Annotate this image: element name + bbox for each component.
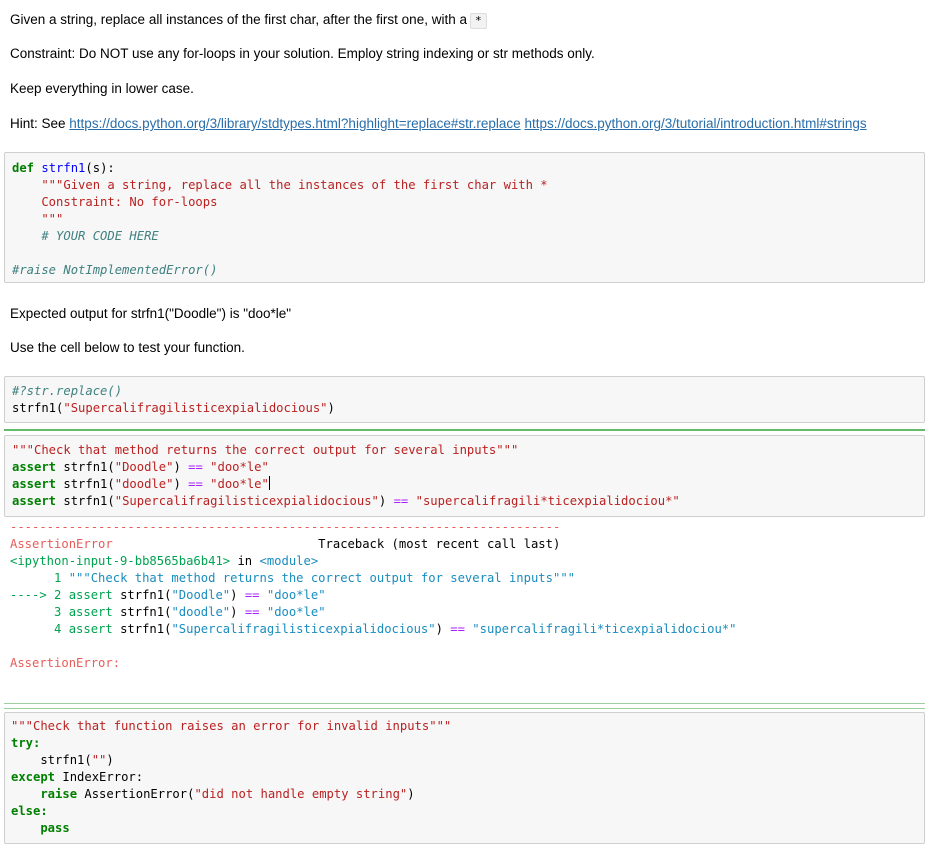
str-replace-link[interactable]: https://docs.python.org/3/library/stdtyp… <box>69 116 520 131</box>
traceback-final-error: AssertionError: <box>10 656 121 670</box>
instruction-text: Given a string, replace all instances of… <box>10 12 467 27</box>
code-cell-error-check[interactable]: """Check that function raises an error f… <box>4 712 925 844</box>
empty-call-end: ) <box>106 753 114 767</box>
function-name: strfn1 <box>41 161 86 175</box>
traceback-in: in <box>230 554 260 568</box>
raise-message: "did not handle empty string" <box>194 787 408 801</box>
constraint-paragraph: Constraint: Do NOT use any for-loops in … <box>10 46 595 61</box>
raise-comment: #raise NotImplementedError() <box>12 263 218 277</box>
code-cell-function[interactable]: def strfn1(s): """Given a string, replac… <box>4 152 925 283</box>
selected-cell-border-top <box>4 429 925 431</box>
empty-call: strfn1( <box>11 753 92 767</box>
eq-operator: == <box>188 460 203 474</box>
tb-assert: assert <box>68 605 113 619</box>
function-code: def strfn1(s): """Given a string, replac… <box>12 160 548 279</box>
traceback-line-1: """Check that method returns the correct… <box>68 571 575 585</box>
your-code-comment: # YOUR CODE HERE <box>12 229 159 243</box>
text-cursor <box>268 476 270 490</box>
strings-tutorial-link[interactable]: https://docs.python.org/3/tutorial/intro… <box>524 116 866 131</box>
traceback-header: Traceback (most recent call last) <box>112 537 561 551</box>
empty-string-arg: "" <box>91 753 107 767</box>
tb-eq: == <box>450 622 465 636</box>
assert-expected-3: "supercalifragili*ticexpialidociou*" <box>408 494 680 508</box>
else-keyword: else: <box>11 804 48 818</box>
tb-exp-3: "supercalifragili*ticexpialidociou*" <box>464 622 737 636</box>
docstring-line-2: Constraint: No for-loops <box>12 195 218 209</box>
tb-arg-2: "doodle" <box>171 605 231 619</box>
tb-assert: assert <box>68 588 113 602</box>
tb-arg-1: "Doodle" <box>171 588 231 602</box>
assert-keyword: assert <box>12 460 57 474</box>
function-signature: (s): <box>85 161 115 175</box>
error-check-docstring: """Check that function raises an error f… <box>11 719 452 733</box>
tb-exp-1: "doo*le" <box>259 588 326 602</box>
expected-output-paragraph: Expected output for strfn1("Doodle") is … <box>10 306 292 321</box>
raise-end: ) <box>407 787 415 801</box>
index-error-name: IndexError: <box>55 770 144 784</box>
assertion-error-class: AssertionError( <box>77 787 195 801</box>
error-check-code: """Check that function raises an error f… <box>11 718 451 837</box>
assert-arg-2: "doodle" <box>114 477 174 491</box>
call-arg: "Supercalifragilisticexpialidocious" <box>63 401 328 415</box>
instruction-paragraph: Given a string, replace all instances of… <box>10 11 487 29</box>
traceback-dashes: ----------------------------------------… <box>10 520 561 534</box>
assert-mid: ) <box>378 494 394 508</box>
traceback-line-no-1: 1 <box>10 571 69 585</box>
assert-docstring: """Check that method returns the correct… <box>12 443 519 457</box>
cell-border-bottom <box>4 703 925 704</box>
tb-arg-3: "Supercalifragilisticexpialidocious" <box>171 622 436 636</box>
assert-expected-2: "doo*le" <box>202 477 269 491</box>
tb-call: strfn1( <box>112 605 172 619</box>
test-code: #?str.replace() strfn1("Supercalifragili… <box>12 383 335 417</box>
except-keyword: except <box>11 770 56 784</box>
tb-assert: assert <box>68 622 113 636</box>
tb-exp-2: "doo*le" <box>259 605 326 619</box>
code-cell-asserts[interactable]: """Check that method returns the correct… <box>4 435 925 517</box>
raise-keyword: raise <box>11 787 78 801</box>
tb-call: strfn1( <box>112 622 172 636</box>
test-instruction-paragraph: Use the cell below to test your function… <box>10 340 245 355</box>
pass-keyword: pass <box>11 821 70 835</box>
tb-call: strfn1( <box>112 588 172 602</box>
code-cell-test[interactable]: #?str.replace() strfn1("Supercalifragili… <box>4 376 925 423</box>
assert-mid: ) <box>173 460 189 474</box>
def-keyword: def <box>12 161 35 175</box>
assert-code: """Check that method returns the correct… <box>12 442 680 510</box>
tb-mid: ) <box>230 588 245 602</box>
traceback-module: <module> <box>259 554 319 568</box>
traceback-arrow-line-2: ----> 2 <box>10 588 69 602</box>
docstring-line-3: """ <box>12 212 64 226</box>
assert-call: strfn1( <box>56 494 115 508</box>
lowercase-paragraph: Keep everything in lower case. <box>10 81 194 96</box>
call-end: ) <box>327 401 335 415</box>
tb-eq: == <box>244 605 260 619</box>
assert-call: strfn1( <box>56 477 115 491</box>
traceback-input-ref: <ipython-input-9-bb8565ba6b41> <box>10 554 231 568</box>
assert-arg-1: "Doodle" <box>114 460 174 474</box>
tb-mid: ) <box>435 622 451 636</box>
assert-keyword: assert <box>12 477 57 491</box>
hint-label: Hint: See <box>10 116 66 131</box>
tb-eq: == <box>244 588 260 602</box>
tb-mid: ) <box>230 605 245 619</box>
traceback-line-no-4: 4 <box>10 622 69 636</box>
docstring-line-1: """Given a string, replace all the insta… <box>12 178 548 192</box>
inline-code-star: * <box>469 13 487 29</box>
try-keyword: try: <box>11 736 41 750</box>
str-replace-comment: #?str.replace() <box>12 384 123 398</box>
assert-keyword: assert <box>12 494 57 508</box>
call-name: strfn1( <box>12 401 64 415</box>
assert-mid: ) <box>173 477 189 491</box>
hint-paragraph: Hint: See https://docs.python.org/3/libr… <box>10 115 867 133</box>
assert-call: strfn1( <box>56 460 115 474</box>
eq-operator: == <box>188 477 203 491</box>
assert-expected-1: "doo*le" <box>202 460 269 474</box>
traceback-error-name: AssertionError <box>10 537 113 551</box>
traceback-line-no-3: 3 <box>10 605 69 619</box>
cell-border-top <box>4 708 925 709</box>
eq-operator: == <box>393 494 409 508</box>
traceback-output: ----------------------------------------… <box>10 519 736 672</box>
assert-arg-3: "Supercalifragilisticexpialidocious" <box>114 494 379 508</box>
